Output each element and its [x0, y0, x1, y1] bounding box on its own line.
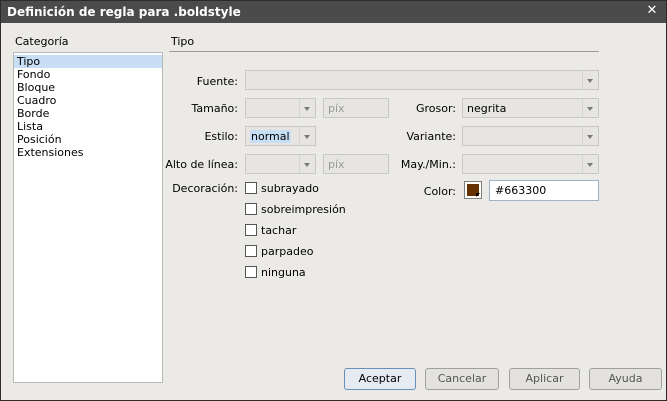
tachar-checkbox[interactable] [245, 224, 257, 236]
may-min-label: May./Min.: [400, 158, 456, 171]
ninguna-checkbox[interactable] [245, 266, 257, 278]
title-bar[interactable]: Definición de regla para .boldstyle ✕ [1, 1, 666, 23]
aplicar-button[interactable]: Aplicar [509, 368, 580, 390]
category-label: Categoría [15, 35, 69, 48]
aceptar-button[interactable]: Aceptar [344, 368, 416, 390]
category-item-posicion[interactable]: Posición [14, 133, 162, 146]
color-picker-button[interactable] [464, 181, 482, 199]
alto-linea-select[interactable] [245, 154, 316, 174]
chevron-down-icon[interactable] [582, 99, 598, 117]
category-item-fondo[interactable]: Fondo [14, 68, 162, 81]
alto-linea-unit: píx [328, 158, 345, 171]
dropdown-corner-icon [476, 193, 480, 197]
ninguna-label: ninguna [261, 266, 306, 279]
estilo-value: normal [250, 130, 291, 143]
alto-linea-label: Alto de línea: [165, 158, 238, 171]
tamano-unit: píx [328, 102, 345, 115]
alto-linea-unit-select[interactable]: píx [323, 154, 389, 174]
tamano-unit-select[interactable]: píx [323, 98, 389, 118]
subrayado-checkbox[interactable] [245, 182, 257, 194]
tamano-label: Tamaño: [191, 102, 238, 115]
category-item-tipo[interactable]: Tipo [14, 55, 162, 68]
ayuda-button[interactable]: Ayuda [589, 368, 662, 390]
rule-definition-dialog: Definición de regla para .boldstyle ✕ Ca… [0, 0, 667, 401]
color-field[interactable]: #663300 [489, 180, 599, 201]
section-divider [169, 51, 599, 52]
tachar-label: tachar [261, 224, 297, 237]
chevron-down-icon[interactable] [582, 127, 598, 145]
tamano-select[interactable] [245, 98, 316, 118]
category-item-cuadro[interactable]: Cuadro [14, 94, 162, 107]
sobreimpresion-label: sobreimpresión [261, 203, 346, 216]
category-item-borde[interactable]: Borde [14, 107, 162, 120]
chevron-down-icon[interactable] [299, 155, 315, 173]
dialog-title: Definición de regla para .boldstyle [7, 5, 241, 19]
grosor-value: negrita [467, 102, 507, 115]
color-value: #663300 [495, 184, 547, 197]
chevron-down-icon[interactable] [582, 155, 598, 173]
chevron-down-icon[interactable] [582, 71, 598, 89]
may-min-select[interactable] [462, 154, 599, 174]
category-item-extensiones[interactable]: Extensiones [14, 146, 162, 159]
decoracion-label: Decoración: [172, 182, 238, 195]
section-title: Tipo [171, 35, 195, 48]
category-item-lista[interactable]: Lista [14, 120, 162, 133]
category-list[interactable]: Tipo Fondo Bloque Cuadro Borde Lista Pos… [13, 52, 163, 383]
fuente-label: Fuente: [196, 75, 238, 88]
close-icon[interactable]: ✕ [644, 3, 660, 19]
category-item-bloque[interactable]: Bloque [14, 81, 162, 94]
fuente-select[interactable] [245, 70, 599, 90]
parpadeo-checkbox[interactable] [245, 245, 257, 257]
variante-select[interactable] [462, 126, 599, 146]
estilo-select[interactable]: normal [245, 126, 316, 146]
dialog-body: Categoría Tipo Fondo Bloque Cuadro Borde… [1, 23, 666, 400]
parpadeo-label: parpadeo [261, 245, 314, 258]
chevron-down-icon[interactable] [299, 99, 315, 117]
variante-label: Variante: [406, 130, 457, 143]
grosor-label: Grosor: [415, 102, 456, 115]
grosor-select[interactable]: negrita [462, 98, 599, 118]
cancelar-button[interactable]: Cancelar [425, 368, 499, 390]
chevron-down-icon[interactable] [299, 127, 315, 145]
sobreimpresion-checkbox[interactable] [245, 203, 257, 215]
subrayado-label: subrayado [261, 182, 319, 195]
color-label: Color: [423, 185, 456, 198]
estilo-label: Estilo: [204, 130, 238, 143]
